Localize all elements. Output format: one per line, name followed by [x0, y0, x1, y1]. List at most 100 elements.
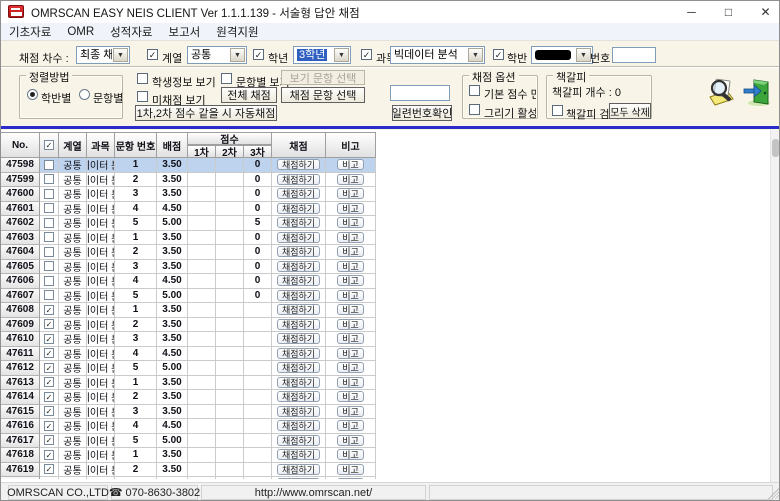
row-checkbox[interactable]	[44, 189, 54, 199]
note-button[interactable]: 비고	[337, 420, 364, 431]
track-checkbox[interactable]	[147, 49, 158, 60]
row-checkbox[interactable]	[44, 276, 54, 286]
scrollbar-thumb[interactable]	[772, 139, 779, 157]
grading-round-select[interactable]: 최종 채점 ▼	[76, 46, 130, 64]
row-checkbox[interactable]	[44, 348, 54, 358]
maximize-button[interactable]: □	[710, 1, 747, 23]
note-button[interactable]: 비고	[337, 333, 364, 344]
select-all-checkbox[interactable]	[44, 140, 54, 150]
grade-button[interactable]: 채점하기	[277, 203, 320, 214]
row-checkbox[interactable]	[44, 305, 54, 315]
grade-button[interactable]: 채점하기	[277, 464, 320, 475]
row-checkbox[interactable]	[44, 392, 54, 402]
sort-by-class-radio[interactable]	[27, 89, 38, 100]
menu-item-omr[interactable]: OMR	[67, 26, 104, 38]
grade-button[interactable]: 채점하기	[277, 348, 320, 359]
row-checkbox[interactable]	[44, 247, 54, 257]
row-checkbox[interactable]	[44, 363, 54, 373]
note-button[interactable]: 비고	[337, 290, 364, 301]
row-checkbox[interactable]	[44, 319, 54, 329]
minimize-button[interactable]: ─	[673, 1, 710, 23]
grade-button[interactable]: 채점하기	[277, 406, 320, 417]
note-button[interactable]: 비고	[337, 449, 364, 460]
grade-button[interactable]: 채점하기	[277, 333, 320, 344]
note-button[interactable]: 비고	[337, 319, 364, 330]
grade-button[interactable]: 채점하기	[277, 174, 320, 185]
grade-question-select-button[interactable]: 채점 문항 선택	[281, 87, 365, 103]
note-button[interactable]: 비고	[337, 435, 364, 446]
drawing-enable-checkbox[interactable]	[469, 104, 480, 115]
number-input[interactable]	[612, 47, 656, 63]
grade-button[interactable]: 채점하기	[277, 261, 320, 272]
row-checkbox[interactable]	[44, 261, 54, 271]
grade-button[interactable]: 채점하기	[277, 377, 320, 388]
class-select[interactable]: ▼	[531, 46, 593, 64]
grade-button[interactable]: 채점하기	[277, 304, 320, 315]
grade-button[interactable]: 채점하기	[277, 188, 320, 199]
grade-all-button[interactable]: 전체 채점	[221, 87, 277, 103]
row-checkbox[interactable]	[44, 406, 54, 416]
grade-button[interactable]: 채점하기	[277, 449, 320, 460]
exit-button[interactable]	[742, 77, 772, 107]
by-question-checkbox[interactable]	[221, 73, 232, 84]
delete-all-bookmarks-button[interactable]: 모두 삭제	[609, 103, 651, 119]
grade-checkbox[interactable]	[253, 49, 264, 60]
subject-checkbox[interactable]	[361, 49, 372, 60]
sort-by-question-radio[interactable]	[79, 89, 90, 100]
note-button[interactable]: 비고	[337, 246, 364, 257]
note-button[interactable]: 비고	[337, 377, 364, 388]
row-checkbox[interactable]	[44, 203, 54, 213]
row-checkbox[interactable]	[44, 334, 54, 344]
subject-select[interactable]: 빅데이터 분석 ▼	[390, 46, 485, 64]
row-checkbox[interactable]	[44, 421, 54, 431]
serial-check-button[interactable]: 일련번호확인	[392, 105, 452, 121]
grade-button[interactable]: 채점하기	[277, 232, 320, 243]
note-button[interactable]: 비고	[337, 478, 364, 479]
menu-item-remote-support[interactable]: 원격지원	[216, 24, 268, 40]
menu-item-basic-data[interactable]: 기초자료	[9, 24, 61, 40]
grade-button[interactable]: 채점하기	[277, 478, 320, 479]
grade-button[interactable]: 채점하기	[277, 391, 320, 402]
note-button[interactable]: 비고	[337, 203, 364, 214]
note-button[interactable]: 비고	[337, 362, 364, 373]
note-button[interactable]: 비고	[337, 159, 364, 170]
note-button[interactable]: 비고	[337, 348, 364, 359]
grade-button[interactable]: 채점하기	[277, 246, 320, 257]
ungraded-checkbox[interactable]	[137, 91, 148, 102]
view-question-select-button[interactable]: 보기 문항 선택	[281, 70, 365, 85]
close-button[interactable]: ✕	[747, 1, 780, 23]
class-checkbox[interactable]	[493, 49, 504, 60]
grade-button[interactable]: 채점하기	[277, 159, 320, 170]
note-button[interactable]: 비고	[337, 406, 364, 417]
grade-button[interactable]: 채점하기	[277, 435, 320, 446]
note-button[interactable]: 비고	[337, 304, 364, 315]
row-checkbox[interactable]	[44, 290, 54, 300]
grade-button[interactable]: 채점하기	[277, 217, 320, 228]
header-select-all[interactable]	[40, 132, 59, 158]
search-preview-button[interactable]	[707, 77, 737, 107]
row-checkbox[interactable]	[44, 232, 54, 242]
grade-button[interactable]: 채점하기	[277, 290, 320, 301]
grade-button[interactable]: 채점하기	[277, 420, 320, 431]
bookmark-search-checkbox[interactable]	[552, 105, 563, 116]
note-button[interactable]: 비고	[337, 275, 364, 286]
student-info-checkbox[interactable]	[137, 73, 148, 84]
note-button[interactable]: 비고	[337, 217, 364, 228]
row-checkbox[interactable]	[44, 435, 54, 445]
grade-select[interactable]: 3학년 ▼	[293, 46, 351, 64]
note-button[interactable]: 비고	[337, 174, 364, 185]
resize-grip[interactable]	[768, 488, 779, 499]
grade-button[interactable]: 채점하기	[277, 319, 320, 330]
row-checkbox[interactable]	[44, 377, 54, 387]
grade-button[interactable]: 채점하기	[277, 362, 320, 373]
menu-item-score-data[interactable]: 성적자료	[110, 24, 162, 40]
grade-button[interactable]: 채점하기	[277, 275, 320, 286]
note-button[interactable]: 비고	[337, 391, 364, 402]
basic-score-checkbox[interactable]	[469, 85, 480, 96]
vertical-scrollbar[interactable]	[770, 130, 779, 482]
row-checkbox[interactable]	[44, 450, 54, 460]
row-checkbox[interactable]	[44, 218, 54, 228]
row-checkbox[interactable]	[44, 160, 54, 170]
note-button[interactable]: 비고	[337, 261, 364, 272]
serial-number-input[interactable]	[390, 85, 450, 101]
